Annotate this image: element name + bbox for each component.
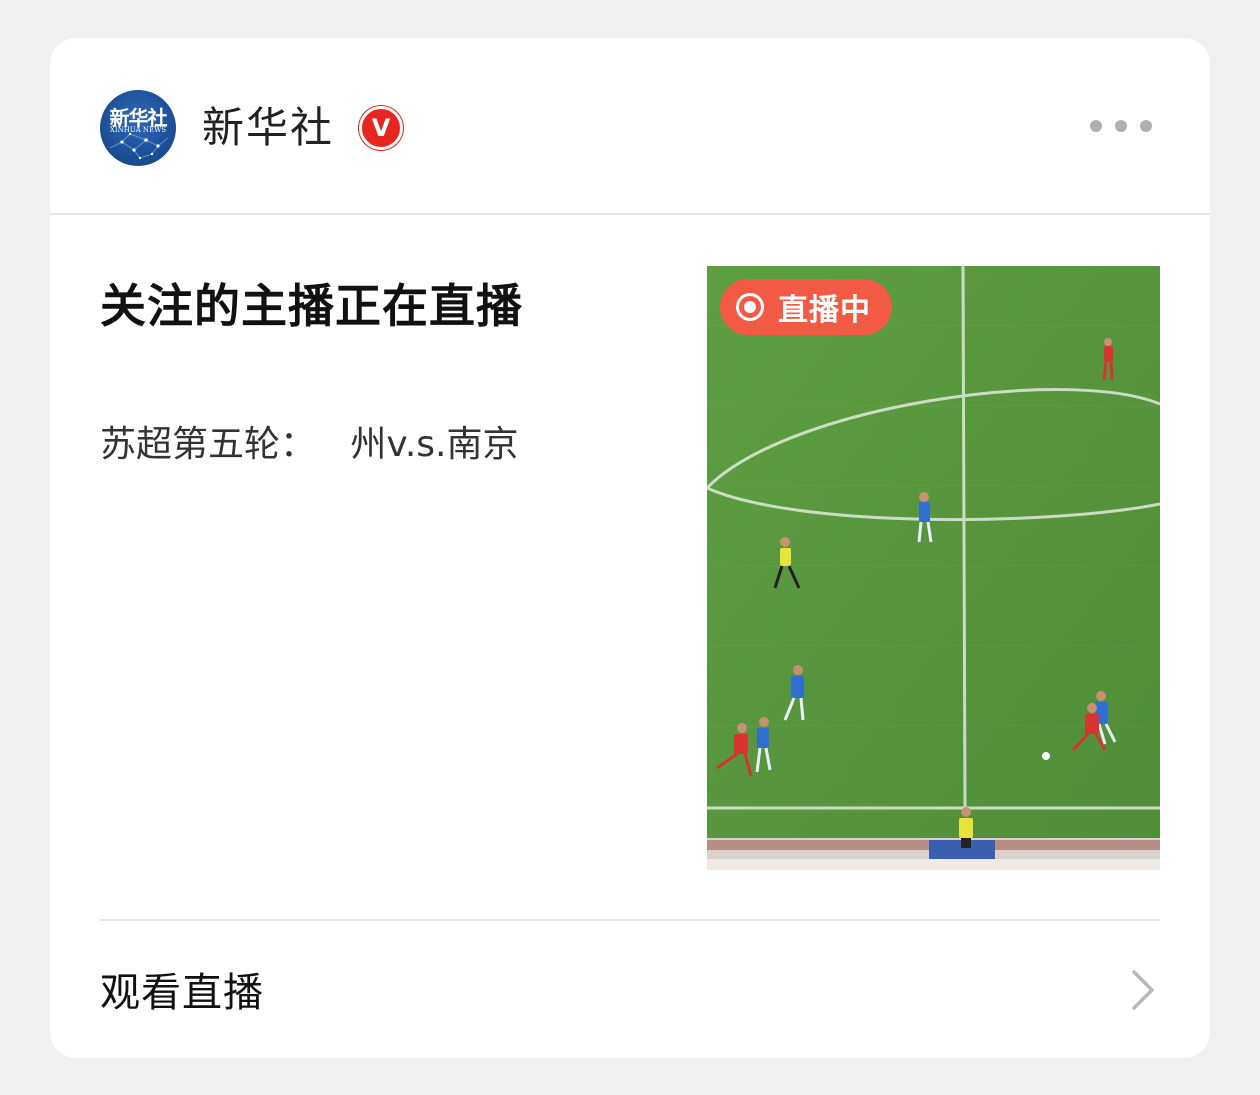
live-badge: 直播中 <box>720 279 892 335</box>
post-card[interactable]: 新华社 XINHUA NEWS 新华社 V 关注的主播正在直播 苏超第五轮： 州… <box>50 38 1210 1058</box>
chevron-right-icon[interactable] <box>1126 966 1158 1014</box>
avatar[interactable]: 新华社 XINHUA NEWS <box>100 90 176 166</box>
post-title: 关注的主播正在直播 <box>100 279 523 333</box>
post-description: 苏超第五轮： 州v.s.南京 <box>100 424 519 465</box>
watch-live-button[interactable]: 观看直播 <box>100 966 264 1020</box>
more-dot <box>1140 120 1152 132</box>
account-name[interactable]: 新华社 <box>202 100 334 156</box>
divider <box>100 919 1160 921</box>
live-thumbnail[interactable]: 直播中 <box>707 266 1160 870</box>
verified-badge-icon: V <box>359 106 403 150</box>
post-header: 新华社 XINHUA NEWS 新华社 V <box>50 38 1210 215</box>
live-record-icon <box>736 293 764 321</box>
football-pitch-image <box>707 266 1160 870</box>
avatar-logo-subtext: XINHUA NEWS <box>109 126 167 134</box>
ball <box>1042 752 1050 760</box>
live-badge-label: 直播中 <box>778 293 871 328</box>
more-options-icon[interactable] <box>1090 118 1152 134</box>
more-dot <box>1115 120 1127 132</box>
more-dot <box>1090 120 1102 132</box>
